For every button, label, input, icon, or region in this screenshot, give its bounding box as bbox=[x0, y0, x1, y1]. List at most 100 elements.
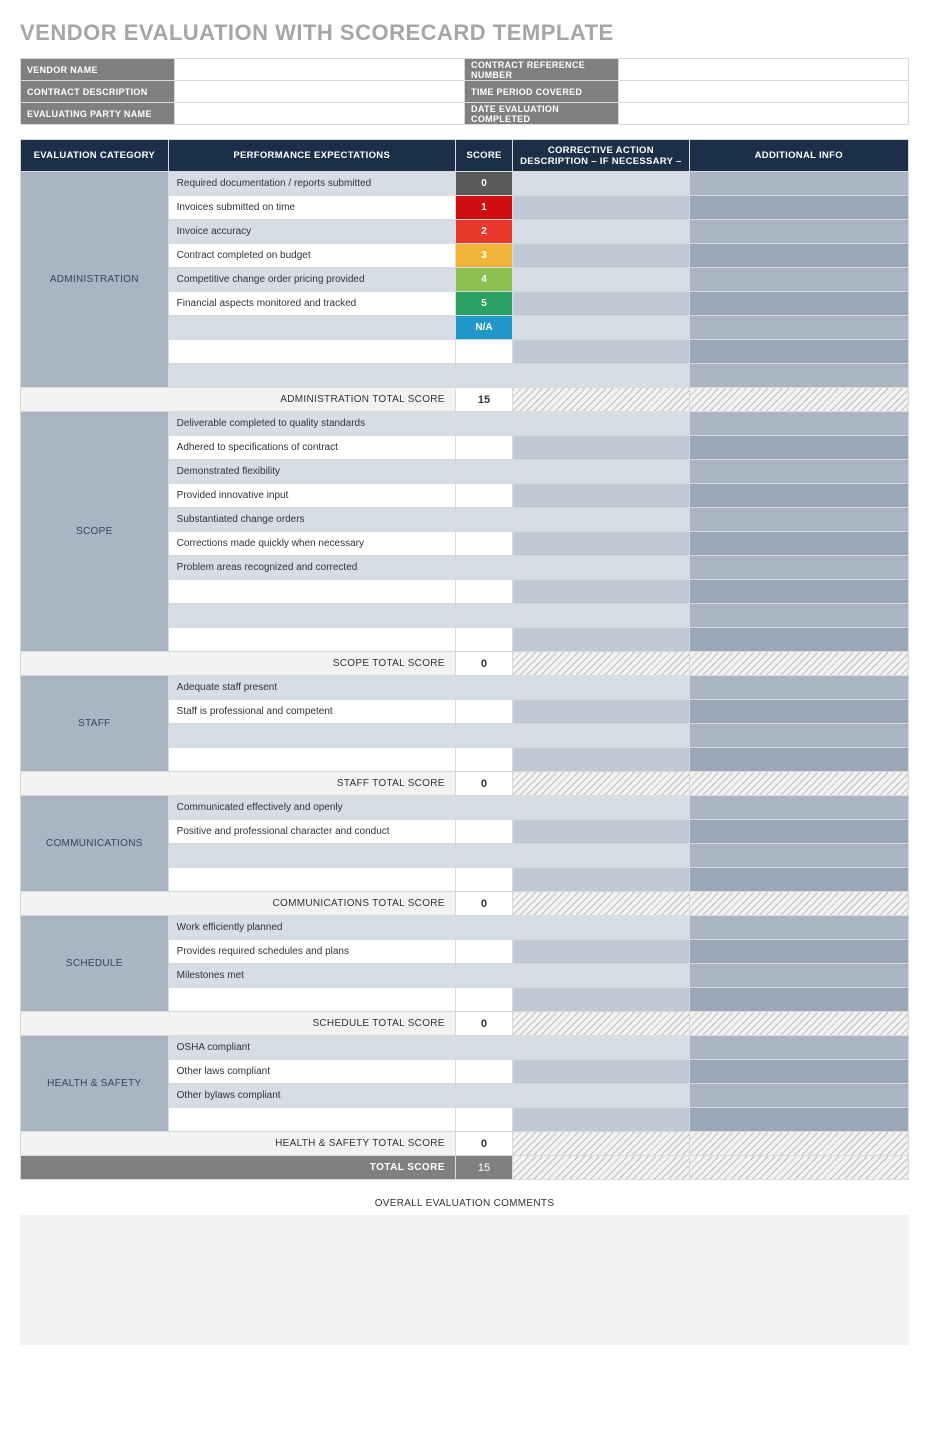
additional-cell[interactable] bbox=[689, 676, 908, 700]
performance-cell[interactable] bbox=[168, 364, 455, 388]
additional-cell[interactable] bbox=[689, 604, 908, 628]
corrective-cell[interactable] bbox=[513, 1108, 689, 1132]
additional-cell[interactable] bbox=[689, 412, 908, 436]
additional-cell[interactable] bbox=[689, 172, 908, 196]
corrective-cell[interactable] bbox=[513, 748, 689, 772]
performance-cell[interactable]: Substantiated change orders bbox=[168, 508, 455, 532]
corrective-cell[interactable] bbox=[513, 676, 689, 700]
score-cell[interactable]: 0 bbox=[455, 172, 512, 196]
performance-cell[interactable]: Contract completed on budget bbox=[168, 244, 455, 268]
additional-cell[interactable] bbox=[689, 556, 908, 580]
score-cell[interactable] bbox=[455, 484, 512, 508]
corrective-cell[interactable] bbox=[513, 844, 689, 868]
performance-cell[interactable]: Competitive change order pricing provide… bbox=[168, 268, 455, 292]
score-cell[interactable] bbox=[455, 1108, 512, 1132]
performance-cell[interactable]: Demonstrated flexibility bbox=[168, 460, 455, 484]
corrective-cell[interactable] bbox=[513, 556, 689, 580]
additional-cell[interactable] bbox=[689, 844, 908, 868]
performance-cell[interactable] bbox=[168, 316, 455, 340]
score-cell[interactable] bbox=[455, 724, 512, 748]
additional-cell[interactable] bbox=[689, 1084, 908, 1108]
performance-cell[interactable]: Financial aspects monitored and tracked bbox=[168, 292, 455, 316]
additional-cell[interactable] bbox=[689, 268, 908, 292]
score-cell[interactable] bbox=[455, 604, 512, 628]
score-cell[interactable] bbox=[455, 508, 512, 532]
corrective-cell[interactable] bbox=[513, 796, 689, 820]
corrective-cell[interactable] bbox=[513, 580, 689, 604]
info-value[interactable] bbox=[174, 59, 464, 81]
corrective-cell[interactable] bbox=[513, 412, 689, 436]
additional-cell[interactable] bbox=[689, 796, 908, 820]
performance-cell[interactable] bbox=[168, 724, 455, 748]
score-cell[interactable] bbox=[455, 940, 512, 964]
corrective-cell[interactable] bbox=[513, 604, 689, 628]
score-cell[interactable]: 4 bbox=[455, 268, 512, 292]
score-cell[interactable]: N/A bbox=[455, 316, 512, 340]
additional-cell[interactable] bbox=[689, 964, 908, 988]
corrective-cell[interactable] bbox=[513, 292, 689, 316]
corrective-cell[interactable] bbox=[513, 340, 689, 364]
score-cell[interactable] bbox=[455, 436, 512, 460]
performance-cell[interactable]: Required documentation / reports submitt… bbox=[168, 172, 455, 196]
additional-cell[interactable] bbox=[689, 1036, 908, 1060]
additional-cell[interactable] bbox=[689, 508, 908, 532]
additional-cell[interactable] bbox=[689, 364, 908, 388]
corrective-cell[interactable] bbox=[513, 508, 689, 532]
performance-cell[interactable]: Provides required schedules and plans bbox=[168, 940, 455, 964]
corrective-cell[interactable] bbox=[513, 1060, 689, 1084]
corrective-cell[interactable] bbox=[513, 628, 689, 652]
additional-cell[interactable] bbox=[689, 580, 908, 604]
score-cell[interactable] bbox=[455, 628, 512, 652]
corrective-cell[interactable] bbox=[513, 868, 689, 892]
additional-cell[interactable] bbox=[689, 940, 908, 964]
performance-cell[interactable] bbox=[168, 844, 455, 868]
corrective-cell[interactable] bbox=[513, 1084, 689, 1108]
corrective-cell[interactable] bbox=[513, 820, 689, 844]
score-cell[interactable] bbox=[455, 1084, 512, 1108]
performance-cell[interactable]: Other laws compliant bbox=[168, 1060, 455, 1084]
score-cell[interactable]: 1 bbox=[455, 196, 512, 220]
performance-cell[interactable] bbox=[168, 628, 455, 652]
additional-cell[interactable] bbox=[689, 484, 908, 508]
info-value[interactable] bbox=[618, 59, 908, 81]
corrective-cell[interactable] bbox=[513, 364, 689, 388]
additional-cell[interactable] bbox=[689, 1060, 908, 1084]
additional-cell[interactable] bbox=[689, 196, 908, 220]
corrective-cell[interactable] bbox=[513, 940, 689, 964]
corrective-cell[interactable] bbox=[513, 964, 689, 988]
performance-cell[interactable]: Staff is professional and competent bbox=[168, 700, 455, 724]
score-cell[interactable] bbox=[455, 340, 512, 364]
additional-cell[interactable] bbox=[689, 916, 908, 940]
additional-cell[interactable] bbox=[689, 628, 908, 652]
corrective-cell[interactable] bbox=[513, 1036, 689, 1060]
score-cell[interactable] bbox=[455, 820, 512, 844]
performance-cell[interactable]: Adequate staff present bbox=[168, 676, 455, 700]
score-cell[interactable] bbox=[455, 676, 512, 700]
score-cell[interactable] bbox=[455, 868, 512, 892]
score-cell[interactable] bbox=[455, 916, 512, 940]
score-cell[interactable] bbox=[455, 460, 512, 484]
performance-cell[interactable] bbox=[168, 604, 455, 628]
score-cell[interactable] bbox=[455, 532, 512, 556]
performance-cell[interactable]: Adhered to specifications of contract bbox=[168, 436, 455, 460]
performance-cell[interactable]: Corrections made quickly when necessary bbox=[168, 532, 455, 556]
score-cell[interactable] bbox=[455, 988, 512, 1012]
performance-cell[interactable] bbox=[168, 580, 455, 604]
score-cell[interactable] bbox=[455, 1036, 512, 1060]
performance-cell[interactable] bbox=[168, 340, 455, 364]
corrective-cell[interactable] bbox=[513, 220, 689, 244]
corrective-cell[interactable] bbox=[513, 460, 689, 484]
info-value[interactable] bbox=[174, 81, 464, 103]
score-cell[interactable] bbox=[455, 364, 512, 388]
score-cell[interactable] bbox=[455, 1060, 512, 1084]
additional-cell[interactable] bbox=[689, 220, 908, 244]
performance-cell[interactable]: Provided innovative input bbox=[168, 484, 455, 508]
additional-cell[interactable] bbox=[689, 340, 908, 364]
corrective-cell[interactable] bbox=[513, 172, 689, 196]
additional-cell[interactable] bbox=[689, 988, 908, 1012]
corrective-cell[interactable] bbox=[513, 724, 689, 748]
additional-cell[interactable] bbox=[689, 724, 908, 748]
performance-cell[interactable]: Invoice accuracy bbox=[168, 220, 455, 244]
performance-cell[interactable]: Communicated effectively and openly bbox=[168, 796, 455, 820]
additional-cell[interactable] bbox=[689, 316, 908, 340]
